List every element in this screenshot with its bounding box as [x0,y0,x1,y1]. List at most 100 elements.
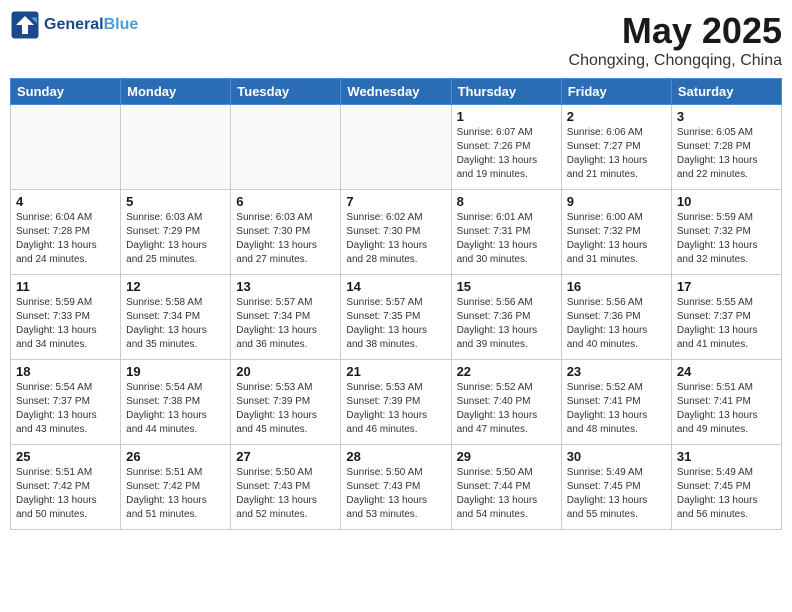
day-info: Sunrise: 5:52 AM Sunset: 7:41 PM Dayligh… [567,381,666,437]
day-number: 15 [457,279,556,294]
table-row: 6Sunrise: 6:03 AM Sunset: 7:30 PM Daylig… [231,190,341,275]
day-number: 17 [677,279,776,294]
table-row: 18Sunrise: 5:54 AM Sunset: 7:37 PM Dayli… [11,360,121,445]
day-number: 19 [126,364,225,379]
day-info: Sunrise: 6:05 AM Sunset: 7:28 PM Dayligh… [677,126,776,182]
day-number: 29 [457,449,556,464]
day-number: 12 [126,279,225,294]
calendar-subtitle: Chongxing, Chongqing, China [569,52,782,70]
day-number: 1 [457,109,556,124]
table-row [341,105,451,190]
table-row: 23Sunrise: 5:52 AM Sunset: 7:41 PM Dayli… [561,360,671,445]
day-number: 10 [677,194,776,209]
table-row: 21 Sunrise: 5:53 AM Sunset: 7:39 PM Dayli… [341,360,451,445]
day-number: 31 [677,449,776,464]
day-info: Sunrise: 5:51 AM Sunset: 7:42 PM Dayligh… [16,466,115,522]
day-number: 14 [346,279,445,294]
day-info: Sunrise: 5:57 AM Sunset: 7:34 PM Dayligh… [236,296,335,352]
day-info: Sunrise: 5:53 AM Sunset: 7:39 PM Dayligh… [346,381,445,437]
day-info: Sunrise: 5:50 AM Sunset: 7:43 PM Dayligh… [346,466,445,522]
table-row: 5 Sunrise: 6:03 AM Sunset: 7:29 PM Daylig… [121,190,231,275]
day-info: Sunrise: 5:49 AM Sunset: 7:45 PM Dayligh… [567,466,666,522]
table-row: 3 Sunrise: 6:05 AM Sunset: 7:28 PM Daylig… [671,105,781,190]
week-row-1: 1 Sunrise: 6:07 AM Sunset: 7:26 PM Daylig… [11,105,782,190]
day-number: 5 [126,194,225,209]
day-number: 9 [567,194,666,209]
table-row: 28 Sunrise: 5:50 AM Sunset: 7:43 PM Dayli… [341,445,451,530]
header-tuesday: Tuesday [231,79,341,105]
header-sunday: Sunday [11,79,121,105]
day-info: Sunrise: 5:51 AM Sunset: 7:41 PM Dayligh… [677,381,776,437]
day-info: Sunrise: 6:07 AM Sunset: 7:26 PM Dayligh… [457,126,556,182]
header-thursday: Thursday [451,79,561,105]
day-number: 16 [567,279,666,294]
day-number: 11 [16,279,115,294]
table-row: 16 Sunrise: 5:56 AM Sunset: 7:36 PM Dayli… [561,275,671,360]
table-row: 26Sunrise: 5:51 AM Sunset: 7:42 PM Dayli… [121,445,231,530]
calendar-table: Sunday Monday Tuesday Wednesday Thursday… [10,78,782,530]
day-info: Sunrise: 6:01 AM Sunset: 7:31 PM Dayligh… [457,211,556,267]
table-row [121,105,231,190]
day-number: 25 [16,449,115,464]
table-row: 29 Sunrise: 5:50 AM Sunset: 7:44 PM Dayli… [451,445,561,530]
day-number: 24 [677,364,776,379]
day-info: Sunrise: 5:50 AM Sunset: 7:43 PM Dayligh… [236,466,335,522]
day-number: 13 [236,279,335,294]
header-monday: Monday [121,79,231,105]
table-row: 20 Sunrise: 5:53 AM Sunset: 7:39 PM Dayli… [231,360,341,445]
day-info: Sunrise: 6:02 AM Sunset: 7:30 PM Dayligh… [346,211,445,267]
day-number: 8 [457,194,556,209]
table-row: 11 Sunrise: 5:59 AM Sunset: 7:33 PM Dayli… [11,275,121,360]
day-info: Sunrise: 5:57 AM Sunset: 7:35 PM Dayligh… [346,296,445,352]
day-info: Sunrise: 6:03 AM Sunset: 7:30 PM Dayligh… [236,211,335,267]
day-number: 3 [677,109,776,124]
logo-text: GeneralBlue [44,15,138,34]
table-row: 13 Sunrise: 5:57 AM Sunset: 7:34 PM Dayli… [231,275,341,360]
day-info: Sunrise: 5:56 AM Sunset: 7:36 PM Dayligh… [567,296,666,352]
day-info: Sunrise: 6:04 AM Sunset: 7:28 PM Dayligh… [16,211,115,267]
table-row: 15 Sunrise: 5:56 AM Sunset: 7:36 PM Dayli… [451,275,561,360]
table-row: 2 Sunrise: 6:06 AM Sunset: 7:27 PM Daylig… [561,105,671,190]
day-number: 30 [567,449,666,464]
logo: GeneralBlue [10,10,138,40]
table-row: 27Sunrise: 5:50 AM Sunset: 7:43 PM Dayli… [231,445,341,530]
day-number: 2 [567,109,666,124]
page-header: GeneralBlue May 2025 Chongxing, Chongqin… [10,10,782,70]
table-row: 19 Sunrise: 5:54 AM Sunset: 7:38 PM Dayli… [121,360,231,445]
week-row-3: 11 Sunrise: 5:59 AM Sunset: 7:33 PM Dayli… [11,275,782,360]
day-number: 20 [236,364,335,379]
table-row: 24 Sunrise: 5:51 AM Sunset: 7:41 PM Dayli… [671,360,781,445]
day-info: Sunrise: 5:49 AM Sunset: 7:45 PM Dayligh… [677,466,776,522]
day-info: Sunrise: 5:50 AM Sunset: 7:44 PM Dayligh… [457,466,556,522]
week-row-5: 25 Sunrise: 5:51 AM Sunset: 7:42 PM Dayli… [11,445,782,530]
day-info: Sunrise: 5:56 AM Sunset: 7:36 PM Dayligh… [457,296,556,352]
day-number: 21 [346,364,445,379]
table-row: 25 Sunrise: 5:51 AM Sunset: 7:42 PM Dayli… [11,445,121,530]
day-number: 26 [126,449,225,464]
header-friday: Friday [561,79,671,105]
table-row: 14 Sunrise: 5:57 AM Sunset: 7:35 PM Dayli… [341,275,451,360]
day-info: Sunrise: 6:00 AM Sunset: 7:32 PM Dayligh… [567,211,666,267]
table-row: 31 Sunrise: 5:49 AM Sunset: 7:45 PM Dayli… [671,445,781,530]
day-number: 18 [16,364,115,379]
week-row-4: 18Sunrise: 5:54 AM Sunset: 7:37 PM Dayli… [11,360,782,445]
logo-icon [10,10,40,40]
days-header-row: Sunday Monday Tuesday Wednesday Thursday… [11,79,782,105]
title-section: May 2025 Chongxing, Chongqing, China [569,10,782,70]
table-row [231,105,341,190]
day-info: Sunrise: 5:53 AM Sunset: 7:39 PM Dayligh… [236,381,335,437]
day-number: 7 [346,194,445,209]
day-info: Sunrise: 6:03 AM Sunset: 7:29 PM Dayligh… [126,211,225,267]
day-info: Sunrise: 5:54 AM Sunset: 7:38 PM Dayligh… [126,381,225,437]
day-info: Sunrise: 6:06 AM Sunset: 7:27 PM Dayligh… [567,126,666,182]
day-info: Sunrise: 5:59 AM Sunset: 7:33 PM Dayligh… [16,296,115,352]
table-row: 7 Sunrise: 6:02 AM Sunset: 7:30 PM Daylig… [341,190,451,275]
table-row [11,105,121,190]
table-row: 17 Sunrise: 5:55 AM Sunset: 7:37 PM Dayli… [671,275,781,360]
header-saturday: Saturday [671,79,781,105]
calendar-title: May 2025 [569,10,782,52]
day-number: 28 [346,449,445,464]
table-row: 1 Sunrise: 6:07 AM Sunset: 7:26 PM Daylig… [451,105,561,190]
day-info: Sunrise: 5:55 AM Sunset: 7:37 PM Dayligh… [677,296,776,352]
table-row: 12Sunrise: 5:58 AM Sunset: 7:34 PM Dayli… [121,275,231,360]
